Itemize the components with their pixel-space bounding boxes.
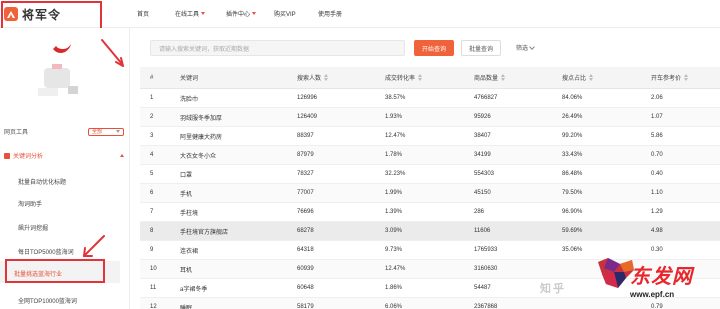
tools-filter-row: 网页工具 全部 bbox=[4, 127, 124, 136]
nav-item-manual[interactable]: 使用手册 bbox=[318, 9, 342, 18]
chevron-up-icon bbox=[120, 154, 124, 157]
chevron-down-icon bbox=[201, 12, 206, 15]
watermark-text: 知乎 bbox=[540, 283, 566, 295]
tools-select[interactable]: 全部 bbox=[88, 127, 124, 136]
sort-icon bbox=[684, 74, 689, 81]
table-row[interactable]: 4 大衣女冬小众 87979 1.78% 34199 33.43% 0.70 bbox=[140, 146, 720, 165]
watermark-url: www.epf.cn bbox=[630, 290, 675, 299]
swoosh-icon bbox=[53, 44, 71, 53]
table-row[interactable]: 6 手机 77007 1.99% 45150 79.50% 1.10 bbox=[140, 184, 720, 203]
chevron-down-icon bbox=[529, 43, 535, 50]
sort-icon bbox=[418, 74, 423, 81]
column-header-index: # bbox=[150, 74, 154, 81]
chevron-down-icon bbox=[252, 12, 257, 15]
sort-icon bbox=[324, 74, 329, 81]
search-input[interactable]: 请输入搜索关键词，获取近期数据 bbox=[150, 40, 405, 56]
chevron-down-icon bbox=[116, 130, 120, 133]
nav-item-home[interactable]: 首页 bbox=[137, 9, 175, 18]
sidebar-item-daily-top5000[interactable]: 每日TOP5000蓝海词 bbox=[18, 247, 74, 256]
nav-item-buy-vip[interactable]: 购买VIP bbox=[274, 9, 318, 18]
start-query-button[interactable]: 开始查询 bbox=[414, 40, 454, 56]
watermark-brand: 东发网 bbox=[630, 264, 693, 288]
table-row[interactable]: 1 洗脸巾 126996 38.57% 4766827 84.06% 2.06 bbox=[140, 89, 720, 108]
column-header-search-share[interactable]: 搜点占比 bbox=[562, 67, 594, 88]
column-header-product-count[interactable]: 商品数量 bbox=[474, 67, 506, 88]
sidebar-item-all-top10000[interactable]: 全网TOP10000蓝海词 bbox=[18, 296, 77, 305]
sidebar-item-batch-title[interactable]: 批量自动优化标题 bbox=[18, 177, 66, 186]
table-row[interactable]: 3 阿里健康大药房 88397 12.47% 38407 99.20% 5.86 bbox=[140, 127, 720, 146]
sidebar-item-word-helper[interactable]: 淘词助手 bbox=[18, 199, 42, 208]
tools-label: 网页工具 bbox=[4, 130, 29, 136]
nav-item-plugin-center[interactable]: 插件中心 bbox=[226, 9, 274, 18]
main-nav: 首页 在线工具 插件中心 购买VIP 使用手册 bbox=[137, 9, 342, 18]
table-row[interactable]: 2 羽绒服冬季加厚 126409 1.93% 95926 26.49% 1.07 bbox=[140, 108, 720, 127]
column-header-conversion[interactable]: 成交转化率 bbox=[385, 67, 423, 88]
avatar[interactable] bbox=[38, 64, 82, 100]
sidebar-item-rising-words[interactable]: 飙升词挖掘 bbox=[18, 223, 48, 232]
table-row[interactable]: 7 手柱境 76696 1.39% 286 96.90% 1.29 bbox=[140, 203, 720, 222]
table-header: # 关键词 搜索人数 成交转化率 商品数量 搜点占比 开车参考价 bbox=[140, 67, 720, 89]
column-header-ad-price[interactable]: 开车参考价 bbox=[651, 67, 689, 88]
column-header-keyword: 关键词 bbox=[180, 76, 199, 82]
top-navbar: 将军令 首页 在线工具 插件中心 购买VIP 使用手册 bbox=[0, 0, 720, 28]
active-item-highlight-box bbox=[5, 259, 105, 283]
sort-icon bbox=[589, 74, 594, 81]
filter-dropdown[interactable]: 筛选 bbox=[516, 43, 535, 52]
table-row[interactable]: 12 睡眠 58179 6.06% 2367868 0.79 bbox=[140, 298, 720, 309]
column-header-searchers[interactable]: 搜索人数 bbox=[297, 67, 329, 88]
batch-query-button[interactable]: 批量查询 bbox=[461, 40, 501, 56]
table-row-selected[interactable]: 8 手柱境官方旗舰店 68278 3.09% 11606 59.69% 4.98 bbox=[140, 222, 720, 241]
sidebar-category-keyword-analysis[interactable]: 关键词分析 bbox=[4, 151, 124, 160]
sort-icon bbox=[501, 74, 506, 81]
table-row[interactable]: 5 口罩 78327 32.23% 554303 86.48% 0.40 bbox=[140, 165, 720, 184]
nav-item-online-tools[interactable]: 在线工具 bbox=[175, 9, 226, 18]
category-icon bbox=[4, 152, 10, 159]
